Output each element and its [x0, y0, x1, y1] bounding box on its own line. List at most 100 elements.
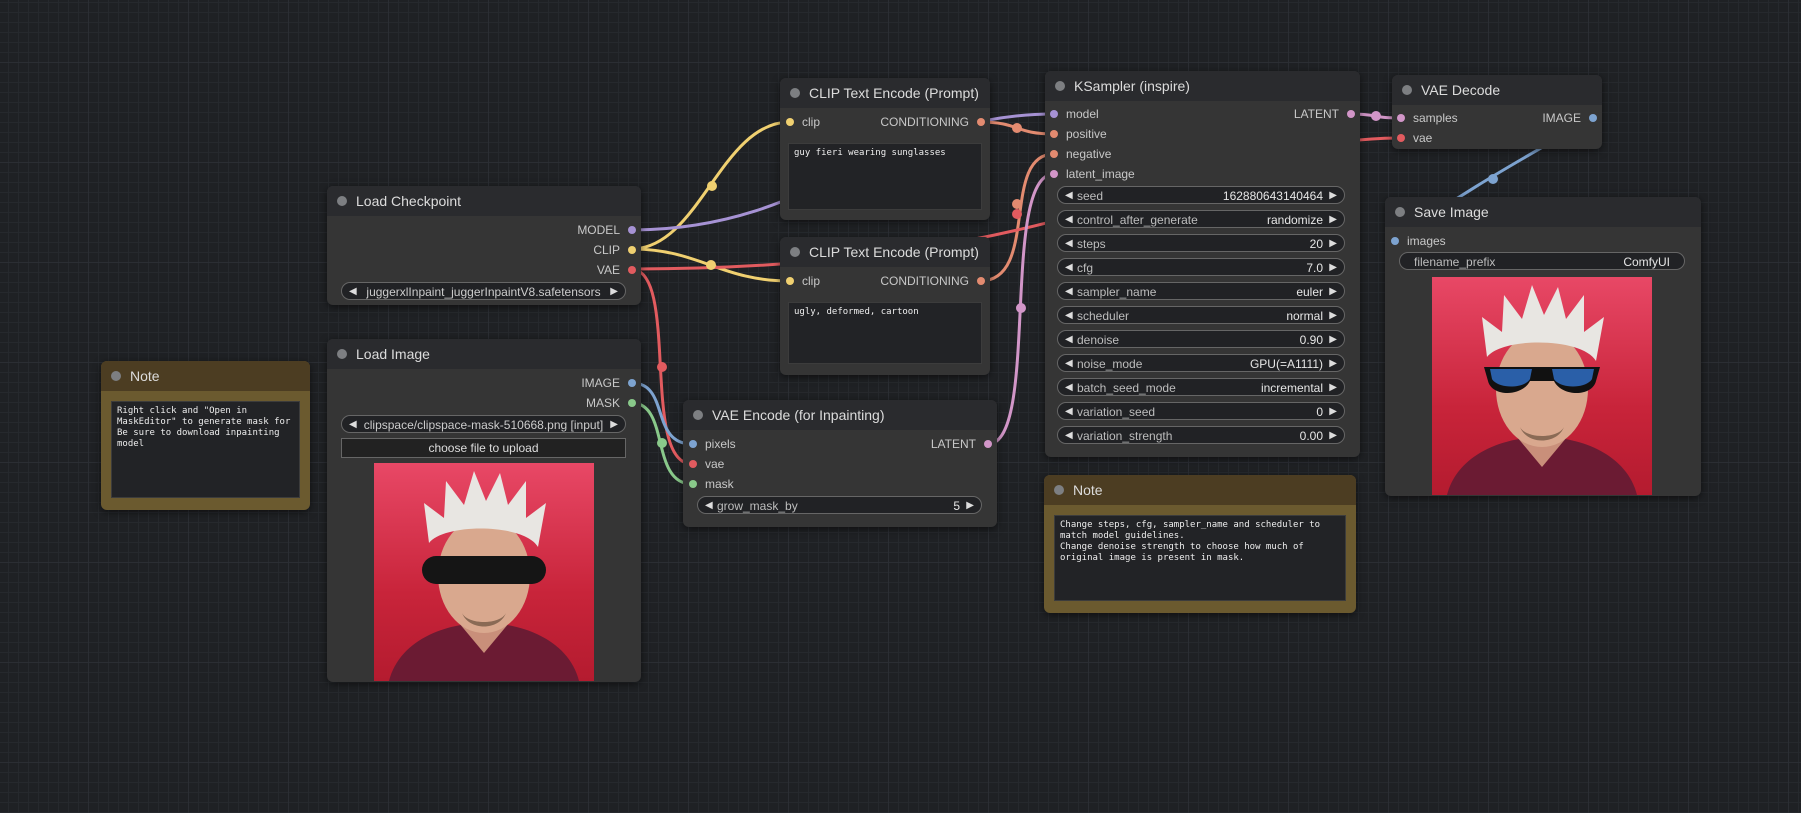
arrow-left-icon[interactable]: ◀: [349, 416, 357, 434]
arrow-right-icon[interactable]: ▶: [1329, 283, 1337, 301]
cfg-widget[interactable]: ◀ cfg 7.0 ▶: [1057, 258, 1345, 276]
node-title[interactable]: CLIP Text Encode (Prompt): [780, 78, 990, 108]
arrow-right-icon[interactable]: ▶: [610, 283, 618, 301]
arrow-left-icon[interactable]: ◀: [349, 283, 357, 301]
arrow-left-icon[interactable]: ◀: [1065, 211, 1073, 229]
save-image-node[interactable]: Save Image images filename_prefix ComfyU…: [1385, 197, 1701, 496]
collapse-dot-icon[interactable]: [790, 88, 800, 98]
arrow-left-icon[interactable]: ◀: [1065, 283, 1073, 301]
arrow-left-icon[interactable]: ◀: [1065, 355, 1073, 373]
output-clip[interactable]: CLIP: [593, 243, 636, 257]
ksampler-inspire-node[interactable]: KSampler (inspire) model positive negati…: [1045, 71, 1360, 457]
node-title[interactable]: Note: [1044, 475, 1356, 505]
output-model[interactable]: MODEL: [577, 223, 636, 237]
arrow-left-icon[interactable]: ◀: [1065, 403, 1073, 421]
steps-widget[interactable]: ◀ steps 20 ▶: [1057, 234, 1345, 252]
output-latent[interactable]: LATENT: [931, 437, 992, 451]
arrow-left-icon[interactable]: ◀: [1065, 235, 1073, 253]
scheduler-widget[interactable]: ◀ scheduler normal ▶: [1057, 306, 1345, 324]
ckpt-name-combo[interactable]: ◀ juggerxlInpaint_juggerInpaintV8.safete…: [341, 282, 626, 300]
input-clip[interactable]: clip: [786, 274, 820, 288]
note-node-guidelines[interactable]: Note Change steps, cfg, sampler_name and…: [1044, 475, 1356, 613]
output-image[interactable]: IMAGE: [1542, 111, 1597, 125]
output-latent[interactable]: LATENT: [1294, 107, 1355, 121]
arrow-right-icon[interactable]: ▶: [1329, 331, 1337, 349]
collapse-dot-icon[interactable]: [1054, 485, 1064, 495]
collapse-dot-icon[interactable]: [1395, 207, 1405, 217]
input-vae[interactable]: vae: [1397, 131, 1432, 145]
node-title[interactable]: Load Checkpoint: [327, 186, 641, 216]
arrow-left-icon[interactable]: ◀: [1065, 307, 1073, 325]
arrow-left-icon[interactable]: ◀: [1065, 259, 1073, 277]
variation-seed-widget[interactable]: ◀ variation_seed 0 ▶: [1057, 402, 1345, 420]
input-positive[interactable]: positive: [1050, 127, 1107, 141]
note-textarea[interactable]: Change steps, cfg, sampler_name and sche…: [1054, 515, 1346, 601]
collapse-dot-icon[interactable]: [790, 247, 800, 257]
arrow-left-icon[interactable]: ◀: [1065, 427, 1073, 445]
node-title[interactable]: VAE Decode: [1392, 75, 1602, 105]
load-image-node[interactable]: Load Image IMAGE MASK ◀ clipspace/clipsp…: [327, 339, 641, 682]
input-latent-image[interactable]: latent_image: [1050, 167, 1135, 181]
arrow-right-icon[interactable]: ▶: [1329, 355, 1337, 373]
input-images[interactable]: images: [1391, 234, 1446, 248]
arrow-left-icon[interactable]: ◀: [1065, 187, 1073, 205]
vae-encode-inpainting-node[interactable]: VAE Encode (for Inpainting) pixels vae m…: [683, 400, 997, 527]
input-clip[interactable]: clip: [786, 115, 820, 129]
collapse-dot-icon[interactable]: [337, 196, 347, 206]
noise-mode-widget[interactable]: ◀ noise_mode GPU(=A1111) ▶: [1057, 354, 1345, 372]
arrow-right-icon[interactable]: ▶: [1329, 259, 1337, 277]
output-conditioning[interactable]: CONDITIONING: [880, 274, 985, 288]
output-vae[interactable]: VAE: [597, 263, 636, 277]
arrow-right-icon[interactable]: ▶: [966, 497, 974, 515]
collapse-dot-icon[interactable]: [337, 349, 347, 359]
clip-text-encode-positive-node[interactable]: CLIP Text Encode (Prompt) clip CONDITION…: [780, 78, 990, 220]
clip-text-encode-negative-node[interactable]: CLIP Text Encode (Prompt) clip CONDITION…: [780, 237, 990, 375]
arrow-left-icon[interactable]: ◀: [705, 497, 713, 515]
denoise-widget[interactable]: ◀ denoise 0.90 ▶: [1057, 330, 1345, 348]
collapse-dot-icon[interactable]: [111, 371, 121, 381]
arrow-left-icon[interactable]: ◀: [1065, 331, 1073, 349]
input-pixels[interactable]: pixels: [689, 437, 736, 451]
node-title[interactable]: CLIP Text Encode (Prompt): [780, 237, 990, 267]
variation-strength-widget[interactable]: ◀ variation_strength 0.00 ▶: [1057, 426, 1345, 444]
vae-decode-node[interactable]: VAE Decode samples vae IMAGE: [1392, 75, 1602, 149]
output-conditioning[interactable]: CONDITIONING: [880, 115, 985, 129]
batch-seed-mode-widget[interactable]: ◀ batch_seed_mode incremental ▶: [1057, 378, 1345, 396]
arrow-right-icon[interactable]: ▶: [1329, 187, 1337, 205]
image-combo[interactable]: ◀ clipspace/clipspace-mask-510668.png [i…: [341, 415, 626, 433]
seed-widget[interactable]: ◀ seed 162880643140464 ▶: [1057, 186, 1345, 204]
input-samples[interactable]: samples: [1397, 111, 1458, 125]
note-node-mask[interactable]: Note Right click and "Open in MaskEditor…: [101, 361, 310, 510]
output-mask[interactable]: MASK: [586, 396, 636, 410]
collapse-dot-icon[interactable]: [1402, 85, 1412, 95]
arrow-right-icon[interactable]: ▶: [1329, 211, 1337, 229]
collapse-dot-icon[interactable]: [693, 410, 703, 420]
prompt-textarea[interactable]: guy fieri wearing sunglasses: [788, 143, 982, 210]
load-checkpoint-node[interactable]: Load Checkpoint MODEL CLIP VAE ◀ juggerx…: [327, 186, 641, 305]
arrow-right-icon[interactable]: ▶: [610, 416, 618, 434]
input-vae[interactable]: vae: [689, 457, 724, 471]
node-title[interactable]: Load Image: [327, 339, 641, 369]
input-mask[interactable]: mask: [689, 477, 734, 491]
filename-prefix-widget[interactable]: filename_prefix ComfyUI: [1399, 252, 1685, 270]
arrow-right-icon[interactable]: ▶: [1329, 427, 1337, 445]
upload-button[interactable]: choose file to upload: [341, 438, 626, 458]
arrow-left-icon[interactable]: ◀: [1065, 379, 1073, 397]
node-title[interactable]: VAE Encode (for Inpainting): [683, 400, 997, 430]
node-title[interactable]: Save Image: [1385, 197, 1701, 227]
arrow-right-icon[interactable]: ▶: [1329, 379, 1337, 397]
node-title[interactable]: Note: [101, 361, 310, 391]
note-textarea[interactable]: Right click and "Open in MaskEditor" to …: [111, 401, 300, 498]
collapse-dot-icon[interactable]: [1055, 81, 1065, 91]
control-after-generate-widget[interactable]: ◀ control_after_generate randomize ▶: [1057, 210, 1345, 228]
prompt-textarea[interactable]: ugly, deformed, cartoon: [788, 302, 982, 364]
node-title[interactable]: KSampler (inspire): [1045, 71, 1360, 101]
arrow-right-icon[interactable]: ▶: [1329, 403, 1337, 421]
arrow-right-icon[interactable]: ▶: [1329, 307, 1337, 325]
output-image[interactable]: IMAGE: [581, 376, 636, 390]
arrow-right-icon[interactable]: ▶: [1329, 235, 1337, 253]
grow-mask-by-input[interactable]: ◀ grow_mask_by 5 ▶: [697, 496, 982, 514]
input-model[interactable]: model: [1050, 107, 1099, 121]
sampler-name-widget[interactable]: ◀ sampler_name euler ▶: [1057, 282, 1345, 300]
input-negative[interactable]: negative: [1050, 147, 1111, 161]
